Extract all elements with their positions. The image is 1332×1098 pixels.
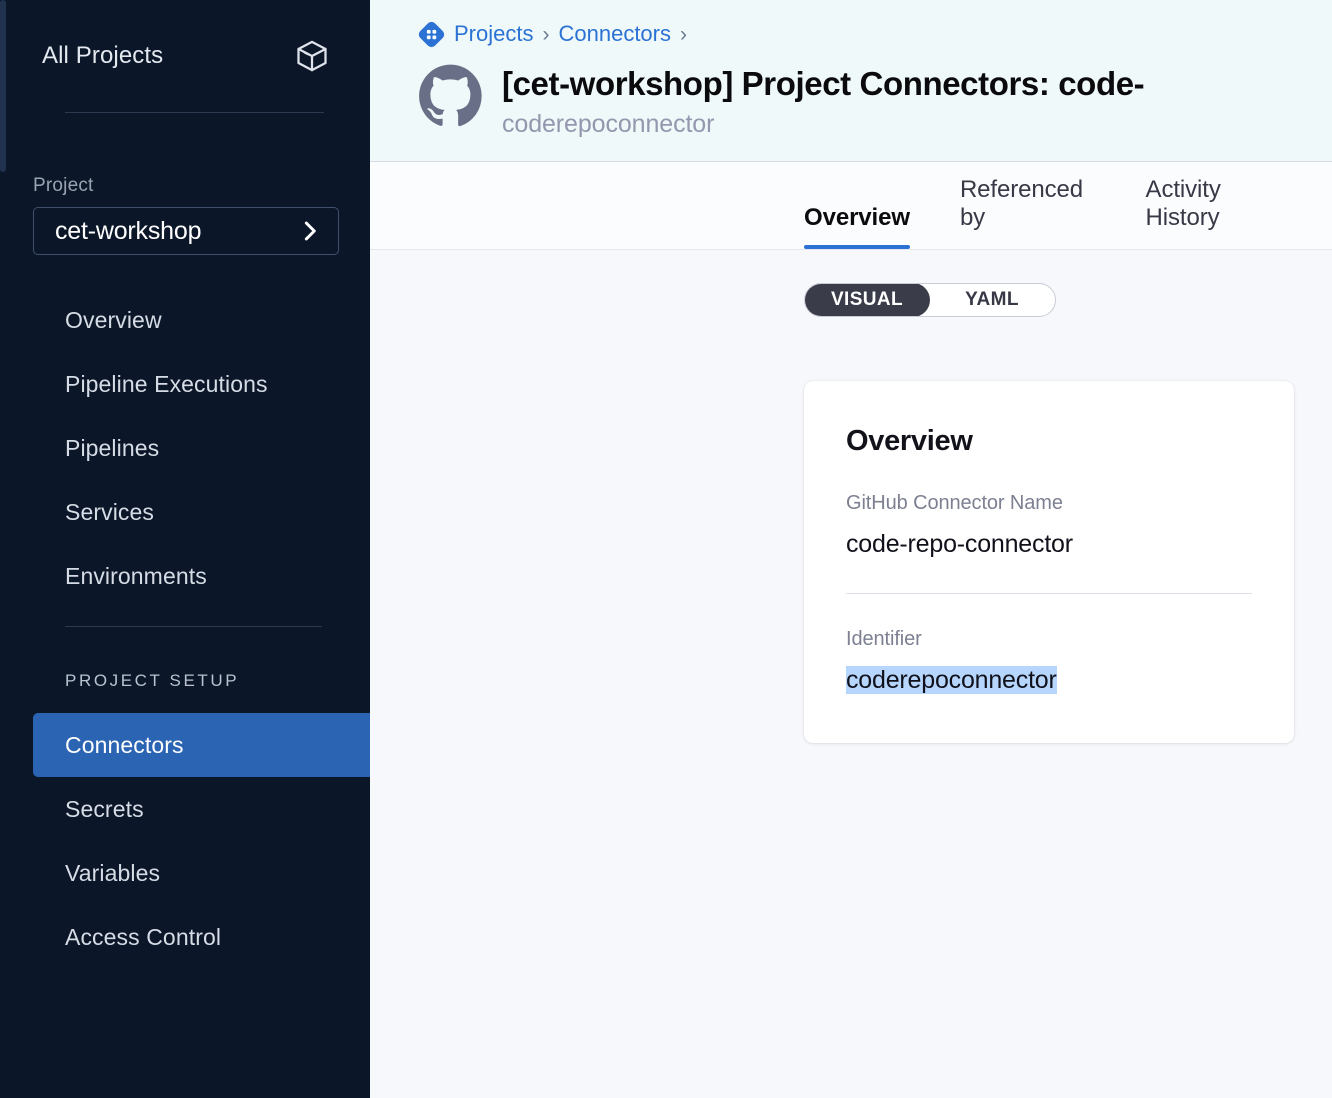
cube-icon[interactable]: [294, 38, 330, 74]
page-header: Projects › Connectors › [cet-workshop] P…: [370, 0, 1332, 162]
github-octocat-icon: [418, 63, 483, 128]
sidebar-item-label: Connectors: [65, 732, 184, 759]
sidebar-item-connectors[interactable]: Connectors: [33, 713, 370, 777]
breadcrumb-link-connectors[interactable]: Connectors: [558, 21, 671, 47]
sidebar-item-label: Pipeline Executions: [65, 371, 268, 398]
sidebar-item-label: Access Control: [65, 924, 221, 951]
card-divider: [846, 593, 1252, 594]
toggle-option-label: VISUAL: [831, 289, 903, 311]
overview-card-title: Overview: [846, 425, 1252, 458]
project-label: Project: [0, 113, 370, 207]
page-title: [cet-workshop] Project Connectors: code-: [502, 63, 1144, 104]
app-root: All Projects Project cet-workshop: [0, 0, 1332, 1098]
toggle-option-yaml[interactable]: YAML: [929, 284, 1055, 316]
sidebar: All Projects Project cet-workshop: [0, 0, 370, 1098]
tab-label: Activity History: [1146, 176, 1221, 231]
field-github-connector-name: GitHub Connector Name code-repo-connecto…: [846, 492, 1252, 559]
sidebar-item-pipelines[interactable]: Pipelines: [0, 416, 370, 480]
sidebar-nav: Overview Pipeline Executions Pipelines S…: [0, 288, 370, 608]
view-mode-toggle[interactable]: VISUAL YAML: [804, 283, 1056, 317]
breadcrumb-separator: ›: [680, 24, 687, 45]
tab-bar: Overview Referenced by Activity History: [370, 162, 1332, 250]
sidebar-item-variables[interactable]: Variables: [0, 841, 370, 905]
project-selector[interactable]: cet-workshop: [33, 207, 339, 255]
sidebar-item-label: Pipelines: [65, 435, 159, 462]
sidebar-item-environments[interactable]: Environments: [0, 544, 370, 608]
main-content: Projects › Connectors › [cet-workshop] P…: [370, 0, 1332, 1098]
toggle-option-visual[interactable]: VISUAL: [804, 283, 930, 317]
overview-card: Overview GitHub Connector Name code-repo…: [804, 381, 1294, 743]
harness-diamond-logo: [418, 21, 445, 48]
sidebar-setup-nav: Connectors Secrets Variables Access Cont…: [0, 713, 370, 969]
all-projects-label: All Projects: [42, 42, 163, 70]
sidebar-item-label: Secrets: [65, 796, 144, 823]
page-header-main: [cet-workshop] Project Connectors: code-…: [418, 63, 1332, 139]
breadcrumb: Projects › Connectors ›: [418, 18, 1332, 50]
sidebar-item-overview[interactable]: Overview: [0, 288, 370, 352]
breadcrumb-separator: ›: [542, 24, 549, 45]
sidebar-item-label: Overview: [65, 307, 162, 334]
sidebar-scrollbar-track[interactable]: [0, 0, 6, 1098]
tab-activity-history[interactable]: Activity History: [1146, 176, 1282, 249]
sidebar-section-project-setup: PROJECT SETUP: [0, 627, 370, 713]
field-identifier: Identifier coderepoconnector: [846, 628, 1252, 695]
all-projects-header[interactable]: All Projects: [0, 0, 370, 112]
sidebar-scrollbar-thumb[interactable]: [0, 0, 6, 172]
field-label: Identifier: [846, 628, 1252, 651]
sidebar-item-label: Environments: [65, 563, 207, 590]
chevron-right-icon: [302, 220, 318, 242]
tab-label: Referenced by: [960, 176, 1083, 231]
toggle-option-label: YAML: [965, 289, 1019, 311]
sidebar-item-pipeline-executions[interactable]: Pipeline Executions: [0, 352, 370, 416]
content-area: VISUAL YAML Overview GitHub Connector Na…: [370, 250, 1332, 1098]
project-selector-value: cet-workshop: [55, 217, 201, 246]
sidebar-item-services[interactable]: Services: [0, 480, 370, 544]
field-value: code-repo-connector: [846, 530, 1252, 559]
field-label: GitHub Connector Name: [846, 492, 1252, 515]
field-value[interactable]: coderepoconnector: [846, 666, 1252, 695]
tab-label: Overview: [804, 204, 910, 231]
page-subtitle-identifier: coderepoconnector: [502, 110, 1144, 139]
sidebar-item-label: Services: [65, 499, 154, 526]
sidebar-item-secrets[interactable]: Secrets: [0, 777, 370, 841]
tab-referenced-by[interactable]: Referenced by: [960, 176, 1096, 249]
sidebar-item-label: Variables: [65, 860, 160, 887]
page-header-text: [cet-workshop] Project Connectors: code-…: [502, 63, 1144, 139]
tab-overview[interactable]: Overview: [804, 204, 910, 249]
field-value-selected-text: coderepoconnector: [846, 666, 1057, 694]
breadcrumb-link-projects[interactable]: Projects: [454, 21, 533, 47]
sidebar-item-access-control[interactable]: Access Control: [0, 905, 370, 969]
